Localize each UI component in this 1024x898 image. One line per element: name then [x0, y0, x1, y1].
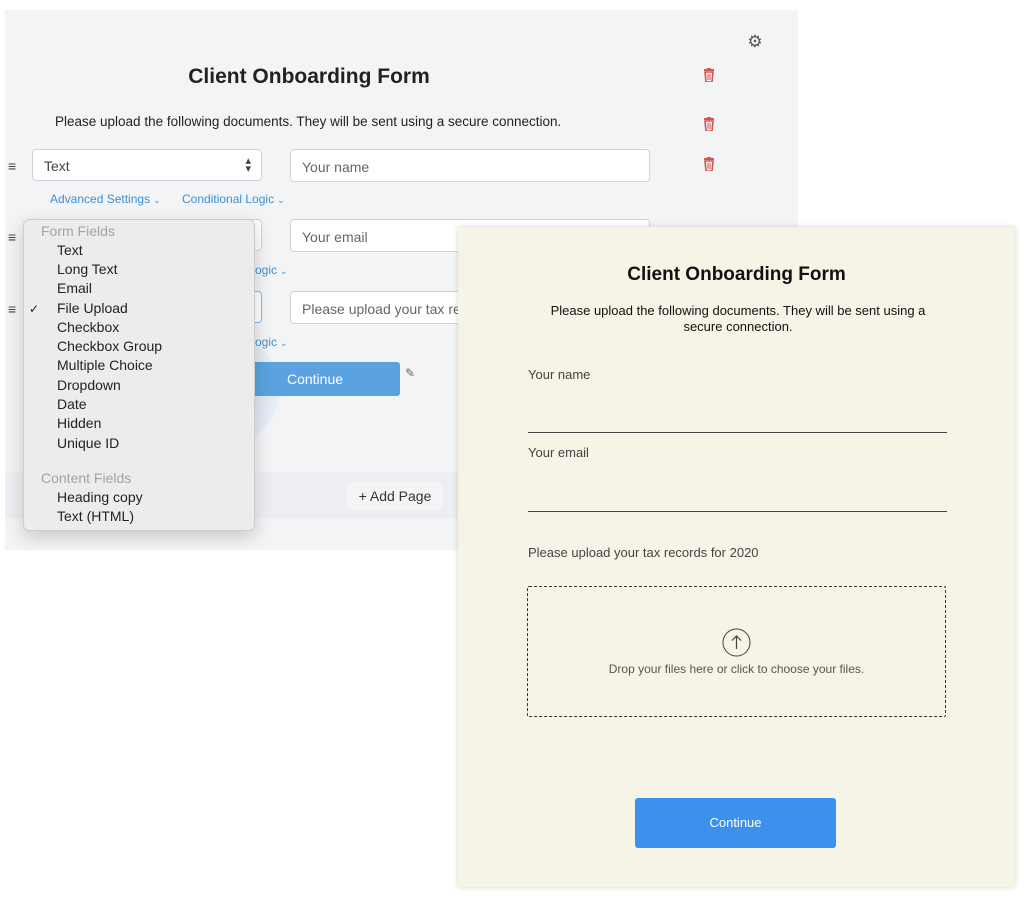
- drag-handle-icon[interactable]: ≡: [8, 302, 20, 316]
- field-placeholder-text: Your name: [302, 159, 370, 175]
- upload-field-label: Please upload your tax records for 2020: [528, 545, 759, 560]
- preview-continue-button[interactable]: Continue: [635, 798, 836, 848]
- pencil-icon[interactable]: ✎: [405, 366, 415, 380]
- content-fields-header: Content Fields: [41, 470, 132, 486]
- field-type-dropdown-menu: Form Fields Text Long Text Email ✓ File …: [23, 219, 255, 531]
- menu-item-heading-copy[interactable]: Heading copy: [57, 489, 143, 505]
- add-page-button[interactable]: + Add Page: [347, 482, 443, 510]
- chevron-down-icon: ⌄: [153, 195, 161, 205]
- name-field-label: Your name: [528, 367, 591, 382]
- drag-handle-icon[interactable]: ≡: [8, 159, 20, 173]
- upload-arrow-icon: [722, 628, 751, 657]
- menu-item-long-text[interactable]: Long Text: [57, 261, 117, 277]
- menu-item-unique-id[interactable]: Unique ID: [57, 435, 119, 451]
- field-placeholder-input[interactable]: Your name: [290, 149, 650, 182]
- editor-continue-button[interactable]: Continue: [230, 362, 400, 396]
- menu-item-checkbox-group[interactable]: Checkbox Group: [57, 338, 162, 354]
- conditional-logic-link[interactable]: Conditional Logic ⌄: [182, 192, 285, 206]
- menu-item-file-upload[interactable]: File Upload: [57, 300, 128, 316]
- menu-item-email[interactable]: Email: [57, 280, 92, 296]
- file-drop-zone[interactable]: Drop your files here or click to choose …: [527, 586, 946, 717]
- advanced-settings-link[interactable]: Advanced Settings ⌄: [50, 192, 161, 206]
- conditional-logic-label: ogic: [255, 263, 278, 277]
- menu-item-multiple-choice[interactable]: Multiple Choice: [57, 357, 153, 373]
- form-preview-panel: Client Onboarding Form Please upload the…: [458, 227, 1015, 887]
- menu-item-hidden[interactable]: Hidden: [57, 415, 101, 431]
- menu-item-text-html[interactable]: Text (HTML): [57, 508, 134, 524]
- conditional-logic-label: Conditional Logic: [182, 192, 275, 206]
- gear-icon[interactable]: ⚙: [747, 33, 763, 50]
- drop-zone-text: Drop your files here or click to choose …: [608, 662, 865, 676]
- name-field-input[interactable]: [528, 432, 947, 433]
- editor-form-title[interactable]: Client Onboarding Form: [5, 65, 613, 89]
- advanced-settings-label: Advanced Settings: [50, 192, 151, 206]
- field-placeholder-text: Please upload your tax re: [302, 301, 461, 317]
- editor-description[interactable]: Please upload the following documents. T…: [55, 114, 561, 129]
- field-type-select[interactable]: Text ▴ ▾: [32, 149, 262, 181]
- menu-item-checkbox[interactable]: Checkbox: [57, 319, 119, 335]
- chevron-down-icon: ⌄: [280, 266, 288, 276]
- chevron-down-icon: ⌄: [280, 338, 288, 348]
- preview-form-title: Client Onboarding Form: [627, 264, 846, 285]
- trash-icon[interactable]: [702, 117, 716, 133]
- field-type-value: Text: [44, 158, 70, 174]
- form-fields-header: Form Fields: [41, 223, 115, 239]
- trash-icon[interactable]: [702, 68, 716, 84]
- field-placeholder-text: Your email: [302, 229, 368, 245]
- select-arrows-icon: ▴ ▾: [245, 155, 251, 175]
- trash-icon[interactable]: [702, 157, 716, 173]
- conditional-logic-link[interactable]: ogic ⌄: [255, 263, 288, 277]
- menu-item-date[interactable]: Date: [57, 396, 87, 412]
- email-field-input[interactable]: [528, 511, 947, 512]
- preview-description: Please upload the following documents. T…: [550, 303, 926, 334]
- menu-item-text[interactable]: Text: [57, 242, 83, 258]
- menu-item-dropdown[interactable]: Dropdown: [57, 377, 121, 393]
- email-field-label: Your email: [528, 445, 589, 460]
- checkmark-icon: ✓: [29, 302, 40, 316]
- chevron-down-icon: ⌄: [277, 195, 285, 205]
- drag-handle-icon[interactable]: ≡: [8, 230, 20, 244]
